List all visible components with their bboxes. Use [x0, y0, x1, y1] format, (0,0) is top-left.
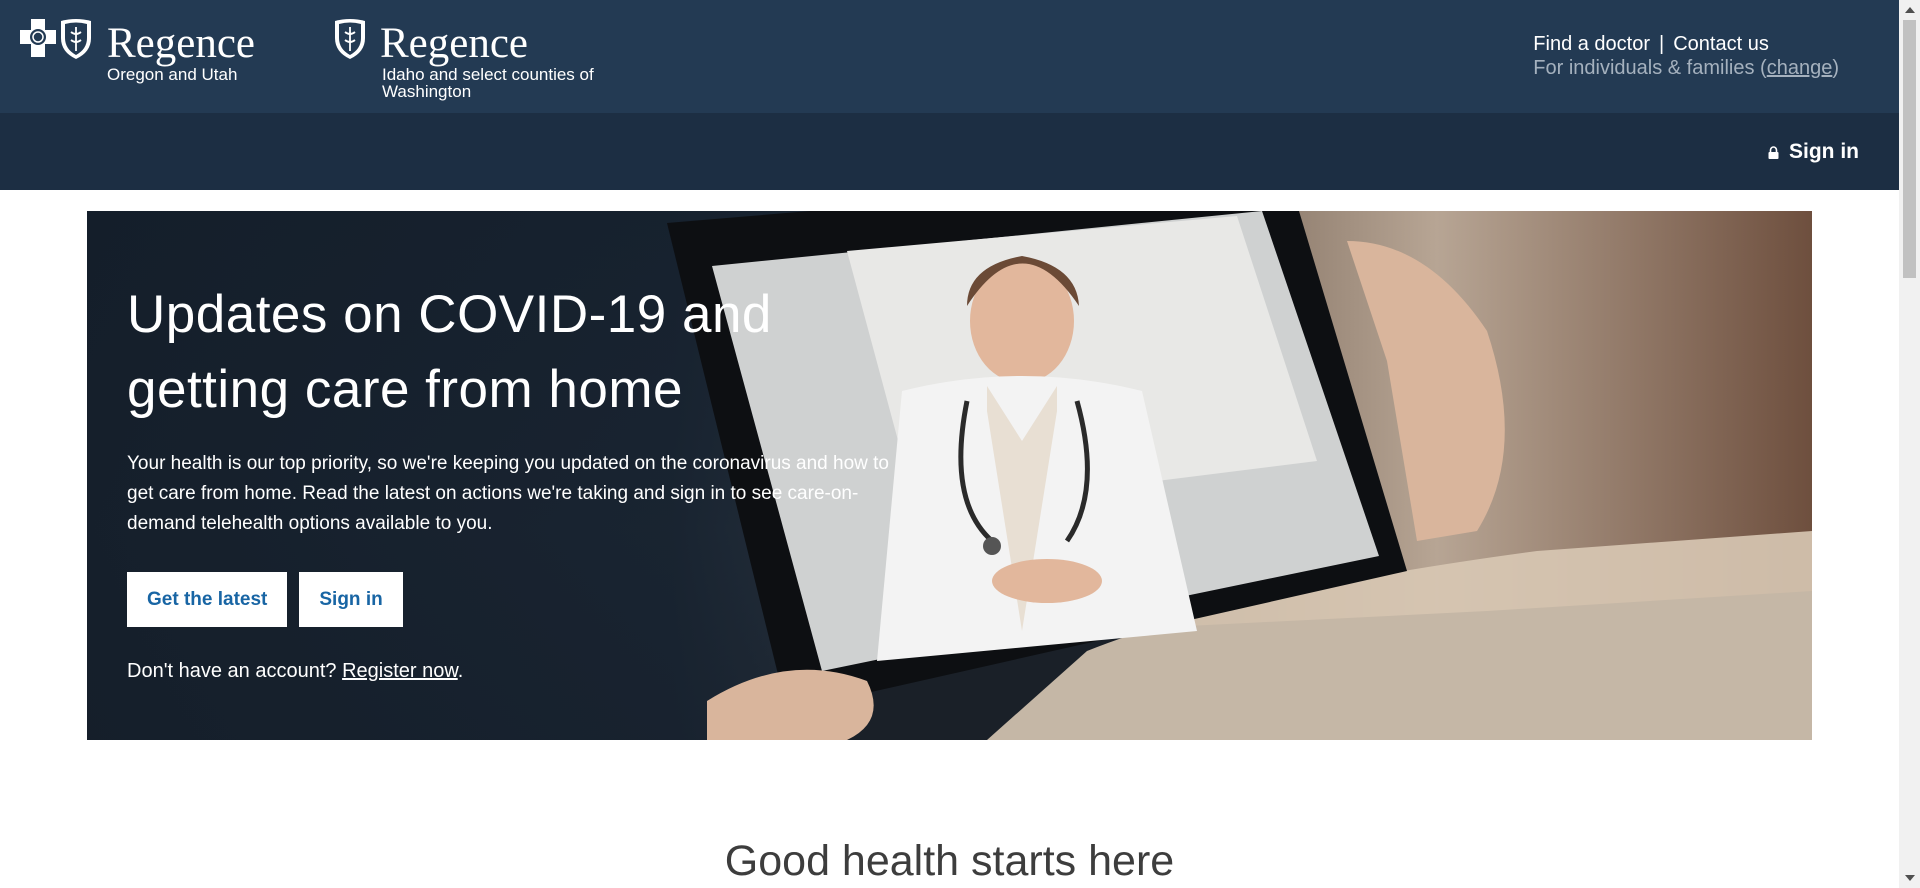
logo-wordmark: Regence [107, 20, 256, 67]
register-prompt: Don't have an account? Register now. [127, 660, 917, 683]
hero-banner: Updates on COVID-19 and getting care fro… [87, 211, 1812, 740]
hero-content: Updates on COVID-19 and getting care fro… [127, 277, 917, 683]
logo-region: Oregon and Utah [107, 65, 238, 84]
contact-us-link[interactable]: Contact us [1673, 33, 1769, 55]
find-doctor-link[interactable]: Find a doctor [1533, 33, 1650, 55]
blue-shield-icon [61, 19, 91, 59]
scroll-up-arrow-icon[interactable] [1905, 7, 1915, 13]
audience-selector: For individuals & families (change) [1533, 56, 1839, 80]
change-audience-link[interactable]: change [1767, 57, 1833, 79]
nav-sign-in-button[interactable]: Sign in [1768, 140, 1859, 164]
section-heading: Good health starts here [724, 837, 1175, 885]
audience-suffix: ) [1832, 57, 1839, 79]
hero-buttons: Get the latest Sign in [127, 572, 917, 627]
register-prefix: Don't have an account? [127, 660, 343, 682]
hero-title-line1: Updates on COVID-19 and [127, 285, 772, 344]
register-now-link[interactable]: Register now [342, 660, 458, 682]
get-the-latest-button[interactable]: Get the latest [127, 572, 288, 627]
nav-sign-in-label: Sign in [1789, 140, 1859, 163]
utility-separator: | [1659, 33, 1665, 55]
logo-marks [19, 18, 93, 60]
lock-icon [1768, 145, 1779, 159]
page-scrollbar[interactable] [1899, 0, 1920, 888]
hero-title-line2: getting care from home [127, 360, 683, 419]
audience-label: For individuals & families ( [1533, 57, 1767, 79]
blue-cross-icon [20, 19, 56, 57]
utility-links: Find a doctor | Contact us For individuals… [1533, 32, 1839, 80]
hero-title: Updates on COVID-19 and getting care fro… [127, 277, 917, 427]
blue-shield-icon [335, 19, 365, 59]
hero-body-text: Your health is our top priority, so we'r… [127, 453, 889, 534]
scroll-down-arrow-icon[interactable] [1905, 875, 1915, 881]
hero-sign-in-button[interactable]: Sign in [299, 572, 403, 627]
main-nav: Sign in [0, 113, 1899, 190]
register-suffix: . [457, 660, 464, 682]
logo-marks [333, 18, 367, 60]
site-header: Regence Oregon and Utah Regence Idaho an… [0, 0, 1899, 113]
logo-wordmark: Regence [380, 20, 529, 67]
logo-region: Idaho and select counties of Washington [382, 65, 594, 101]
scrollbar-thumb[interactable] [1903, 20, 1916, 278]
